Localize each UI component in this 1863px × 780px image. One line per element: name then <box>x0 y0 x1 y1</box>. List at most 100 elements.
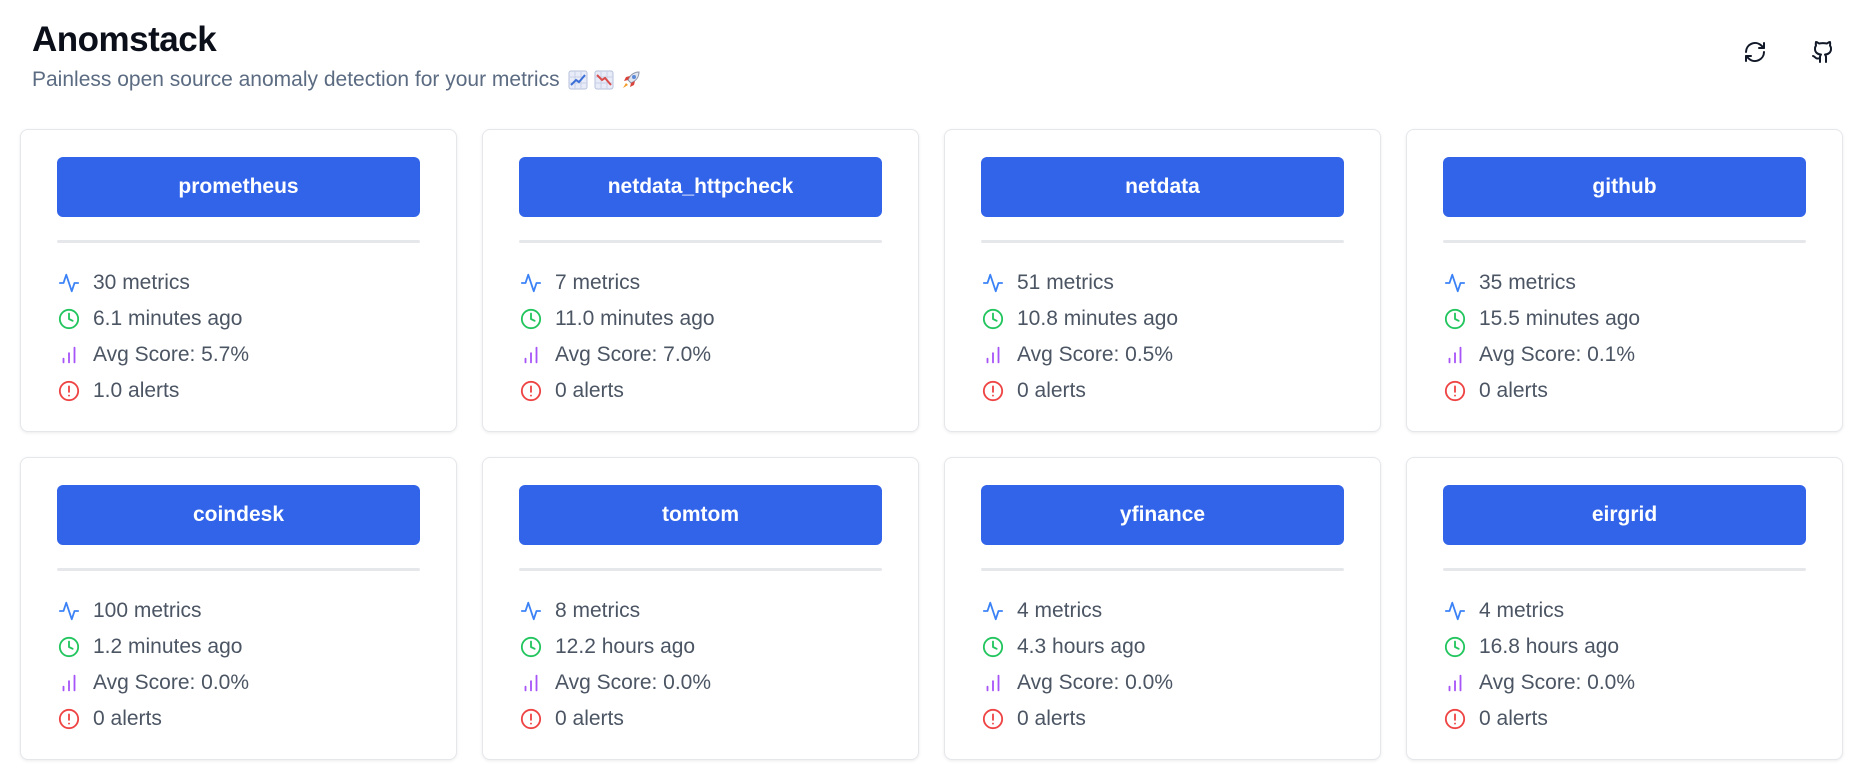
batch-button[interactable]: eirgrid <box>1443 485 1806 545</box>
alerts-count-label: 0 alerts <box>1479 379 1548 402</box>
refresh-icon <box>1745 42 1765 62</box>
avg-score: Avg Score: 0.0% <box>981 665 1344 701</box>
metrics-count: 35 metrics <box>1443 265 1806 301</box>
activity-icon <box>1443 271 1467 295</box>
batch-card: netdata_httpcheck 7 metrics 11.0 minutes… <box>482 129 919 432</box>
metrics-count-label: 4 metrics <box>1479 599 1565 622</box>
last-updated: 1.2 minutes ago <box>57 629 420 665</box>
last-updated-label: 15.5 minutes ago <box>1479 307 1641 330</box>
alerts-count-label: 0 alerts <box>1017 379 1086 402</box>
clock-icon <box>57 307 81 331</box>
metrics-count-label: 100 metrics <box>93 599 202 622</box>
alerts-count: 0 alerts <box>1443 701 1806 737</box>
avg-score-label: Avg Score: 5.7% <box>93 343 250 366</box>
alert-circle-icon <box>1443 707 1467 731</box>
avg-score-label: Avg Score: 0.0% <box>1017 671 1174 694</box>
activity-icon <box>981 599 1005 623</box>
bar-chart-icon <box>981 343 1005 367</box>
metrics-count-label: 4 metrics <box>1017 599 1103 622</box>
card-divider <box>981 568 1344 571</box>
alert-circle-icon <box>519 379 543 403</box>
metric-batch-grid: prometheus 30 metrics 6.1 minutes ago Av… <box>20 129 1843 760</box>
metrics-count-label: 30 metrics <box>93 271 190 294</box>
last-updated: 10.8 minutes ago <box>981 301 1344 337</box>
batch-button[interactable]: yfinance <box>981 485 1344 545</box>
bar-chart-icon <box>57 671 81 695</box>
metrics-count: 7 metrics <box>519 265 882 301</box>
card-divider <box>981 240 1344 243</box>
last-updated: 15.5 minutes ago <box>1443 301 1806 337</box>
batch-button[interactable]: github <box>1443 157 1806 217</box>
bar-chart-icon <box>1443 671 1467 695</box>
alert-circle-icon <box>519 707 543 731</box>
last-updated: 11.0 minutes ago <box>519 301 882 337</box>
alerts-count-label: 1.0 alerts <box>93 379 180 402</box>
alerts-count-label: 0 alerts <box>1017 707 1086 730</box>
metrics-count: 4 metrics <box>1443 593 1806 629</box>
activity-icon <box>57 271 81 295</box>
top-actions <box>1741 38 1837 66</box>
rocket-icon <box>622 71 640 88</box>
metrics-count: 51 metrics <box>981 265 1344 301</box>
metrics-count: 8 metrics <box>519 593 882 629</box>
alerts-count: 0 alerts <box>519 701 882 737</box>
alert-circle-icon <box>1443 379 1467 403</box>
batch-button[interactable]: netdata <box>981 157 1344 217</box>
batch-card: github 35 metrics 15.5 minutes ago Avg S… <box>1406 129 1843 432</box>
metrics-count-label: 8 metrics <box>555 599 641 622</box>
alert-circle-icon <box>57 379 81 403</box>
clock-icon <box>981 635 1005 659</box>
alerts-count: 0 alerts <box>981 373 1344 409</box>
batch-card: yfinance 4 metrics 4.3 hours ago Avg Sco… <box>944 457 1381 760</box>
alerts-count-label: 0 alerts <box>1479 707 1548 730</box>
card-divider <box>57 240 420 243</box>
alerts-count-label: 0 alerts <box>555 707 624 730</box>
chart-increasing-icon <box>568 70 588 90</box>
avg-score-label: Avg Score: 0.5% <box>1017 343 1174 366</box>
activity-icon <box>1443 599 1467 623</box>
subtitle-text: Painless open source anomaly detection f… <box>32 68 560 91</box>
chart-decreasing-icon <box>594 70 614 90</box>
clock-icon <box>1443 307 1467 331</box>
last-updated: 16.8 hours ago <box>1443 629 1806 665</box>
avg-score-label: Avg Score: 0.0% <box>1479 671 1636 694</box>
clock-icon <box>519 307 543 331</box>
clock-icon <box>519 635 543 659</box>
alerts-count: 0 alerts <box>57 701 420 737</box>
card-divider <box>519 568 882 571</box>
alert-circle-icon <box>981 707 1005 731</box>
last-updated: 12.2 hours ago <box>519 629 882 665</box>
metrics-count-label: 51 metrics <box>1017 271 1114 294</box>
activity-icon <box>519 271 543 295</box>
app-subtitle: Painless open source anomaly detection f… <box>32 66 642 94</box>
last-updated-label: 11.0 minutes ago <box>555 307 715 330</box>
alerts-count: 0 alerts <box>981 701 1344 737</box>
last-updated-label: 4.3 hours ago <box>1017 635 1146 658</box>
batch-card: prometheus 30 metrics 6.1 minutes ago Av… <box>20 129 457 432</box>
alert-circle-icon <box>57 707 81 731</box>
avg-score: Avg Score: 0.0% <box>1443 665 1806 701</box>
app-title: Anomstack <box>32 20 217 59</box>
last-updated-label: 12.2 hours ago <box>555 635 696 658</box>
batch-button[interactable]: prometheus <box>57 157 420 217</box>
alerts-count-label: 0 alerts <box>93 707 162 730</box>
subtitle-emojis <box>568 69 642 91</box>
batch-button[interactable]: netdata_httpcheck <box>519 157 882 217</box>
metrics-count-label: 7 metrics <box>555 271 641 294</box>
batch-button[interactable]: coindesk <box>57 485 420 545</box>
batch-card: coindesk 100 metrics 1.2 minutes ago Avg… <box>20 457 457 760</box>
bar-chart-icon <box>519 671 543 695</box>
github-button[interactable] <box>1809 38 1837 66</box>
avg-score: Avg Score: 7.0% <box>519 337 882 373</box>
clock-icon <box>981 307 1005 331</box>
avg-score-label: Avg Score: 7.0% <box>555 343 712 366</box>
batch-button[interactable]: tomtom <box>519 485 882 545</box>
refresh-button[interactable] <box>1741 38 1769 66</box>
alerts-count: 0 alerts <box>519 373 882 409</box>
last-updated-label: 1.2 minutes ago <box>93 635 243 658</box>
alerts-count: 1.0 alerts <box>57 373 420 409</box>
card-divider <box>1443 240 1806 243</box>
avg-score: Avg Score: 5.7% <box>57 337 420 373</box>
avg-score: Avg Score: 0.1% <box>1443 337 1806 373</box>
avg-score: Avg Score: 0.0% <box>519 665 882 701</box>
